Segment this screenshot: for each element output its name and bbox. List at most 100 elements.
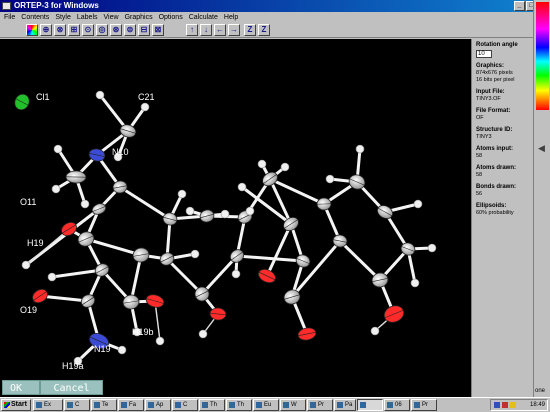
atom-h22 xyxy=(155,336,165,346)
atom-label-o19: O19 xyxy=(20,305,38,315)
window-title: ORTEP-3 for Windows xyxy=(14,1,99,10)
atom-me2 xyxy=(140,102,150,112)
taskbar-button[interactable]: W xyxy=(280,399,306,411)
taskbar-button[interactable]: Pr xyxy=(411,399,437,411)
taskbar-button[interactable]: Pr xyxy=(307,399,333,411)
atom-h3 xyxy=(80,199,90,209)
atom-hn1 xyxy=(117,345,127,355)
zoom-out-icon[interactable]: Z xyxy=(258,24,270,36)
structure-id-value: TINY3 xyxy=(476,134,492,140)
atom-style-9-icon[interactable]: ⊠ xyxy=(152,24,164,36)
taskbar-button[interactable]: 06 xyxy=(384,399,410,411)
taskbar-button[interactable]: Th xyxy=(226,399,252,411)
atom-cl1 xyxy=(14,93,30,111)
title-bar: ORTEP-3 for Windows _ □ × xyxy=(0,0,550,12)
atom-h13 xyxy=(413,199,423,209)
taskbar-button[interactable]: Th xyxy=(199,399,225,411)
clock: 18:49 xyxy=(529,402,545,408)
rotation-angle-input[interactable]: 10 xyxy=(476,50,492,58)
atom-style-7-icon[interactable]: ⊜ xyxy=(124,24,136,36)
file-format-label: File Format: xyxy=(476,108,511,114)
atom-h14 xyxy=(427,243,437,253)
atoms-drawn-label: Atoms drawn: xyxy=(476,165,517,171)
taskbar-button[interactable]: Pa xyxy=(334,399,356,411)
atom-h8 xyxy=(257,159,267,169)
atom-h2 xyxy=(51,184,61,194)
background-window-edge: ◀ one xyxy=(533,0,550,397)
atom-style-4-icon[interactable]: ⊙ xyxy=(82,24,94,36)
atom-style-1-icon[interactable]: ⊕ xyxy=(40,24,52,36)
atom-label-n10: N10 xyxy=(112,147,129,157)
menu-bar: File Contents Style Labels View Graphics Optio… xyxy=(0,12,550,22)
atom-label-c21: C21 xyxy=(138,92,155,102)
taskbar-button[interactable]: Ex xyxy=(33,399,63,411)
volume-icon[interactable] xyxy=(510,402,516,408)
cancel-button[interactable]: Cancel xyxy=(40,380,103,395)
taskbar-button[interactable]: Eu xyxy=(253,399,279,411)
rotate-right-icon[interactable]: → xyxy=(228,24,240,36)
app-icon xyxy=(2,2,11,10)
rotate-up-icon[interactable]: ↑ xyxy=(186,24,198,36)
atoms-drawn-value: 58 xyxy=(476,172,483,178)
taskbar-button[interactable]: Te xyxy=(91,399,117,411)
taskbar-button[interactable]: C xyxy=(64,399,90,411)
zoom-in-icon[interactable]: Z xyxy=(244,24,256,36)
atom-h5 xyxy=(185,206,195,216)
collapse-arrow-icon[interactable]: ◀ xyxy=(538,143,548,159)
atom-c5 xyxy=(80,294,96,308)
taskbar: Start Ex C Te Fa Ap C Th Th Eu W Pr Pa 06 Pr 18:49 xyxy=(0,397,550,412)
atom-h21 xyxy=(47,272,57,282)
atom-style-6-icon[interactable]: ⊛ xyxy=(110,24,122,36)
taskbar-button[interactable]: Ap xyxy=(145,399,171,411)
atom-o19 xyxy=(32,288,48,304)
atom-h1 xyxy=(53,144,63,154)
atom-style-5-icon[interactable]: ◎ xyxy=(96,24,108,36)
atom-h9 xyxy=(280,162,290,172)
atom-c6 xyxy=(132,247,150,263)
system-tray: 18:49 xyxy=(490,399,548,411)
atom-o10 xyxy=(209,307,227,321)
bond-c15-o15 xyxy=(265,222,293,278)
antivirus-icon[interactable] xyxy=(502,402,508,408)
input-file-label: Input File: xyxy=(476,89,505,95)
rotate-left-icon[interactable]: ← xyxy=(214,24,226,36)
atom-h10 xyxy=(198,329,208,339)
atoms-input-label: Atoms input: xyxy=(476,146,513,152)
atoms-input-value: 58 xyxy=(476,153,483,159)
taskbar-button[interactable] xyxy=(357,399,383,411)
color-palette[interactable] xyxy=(536,2,549,110)
rotate-down-icon[interactable]: ↓ xyxy=(200,24,212,36)
toolbar: ⊕ ⊗ ⊞ ⊙ ◎ ⊛ ⊜ ⊟ ⊠ ↑ ↓ ← → Z Z xyxy=(0,22,550,38)
bond-c10-c12 xyxy=(200,254,239,296)
rotation-angle-label: Rotation angle xyxy=(476,42,518,48)
atoms xyxy=(14,90,437,366)
atom-me1 xyxy=(95,90,105,100)
atom-h16 xyxy=(220,209,230,219)
taskbar-button[interactable]: C xyxy=(172,399,198,411)
minimize-button[interactable]: _ xyxy=(514,1,525,11)
atom-label-n19: N19 xyxy=(94,344,111,354)
molecule-canvas[interactable]: Cl1 C21 N10 O11 H19 O19 H19b N19 H19a xyxy=(0,39,471,397)
start-button[interactable]: Start xyxy=(1,399,31,411)
atom-o15 xyxy=(258,268,276,284)
atom-style-2-icon[interactable]: ⊗ xyxy=(54,24,66,36)
atom-h23 xyxy=(231,269,241,279)
bond-c9-c10 xyxy=(165,257,204,296)
atom-h24 xyxy=(370,326,380,336)
network-icon[interactable] xyxy=(494,402,500,408)
input-file-value: TINY3.OF xyxy=(476,96,501,102)
color-wheel-icon[interactable] xyxy=(26,24,38,36)
ok-button[interactable]: OK xyxy=(2,380,40,395)
atom-style-3-icon[interactable]: ⊞ xyxy=(68,24,80,36)
atom-style-8-icon[interactable]: ⊟ xyxy=(138,24,150,36)
atom-cme xyxy=(65,170,87,184)
atom-h6 xyxy=(190,249,200,259)
taskbar-button[interactable]: Fa xyxy=(118,399,144,411)
ellipsoids-value: 60% probability xyxy=(476,210,514,216)
atom-label-h19b: H19b xyxy=(132,327,154,337)
atom-h17 xyxy=(245,206,255,216)
atom-o5 xyxy=(145,294,165,308)
file-format-value: OF xyxy=(476,115,484,121)
structure-id-label: Structure ID: xyxy=(476,127,513,133)
edge-label: one xyxy=(535,388,546,394)
